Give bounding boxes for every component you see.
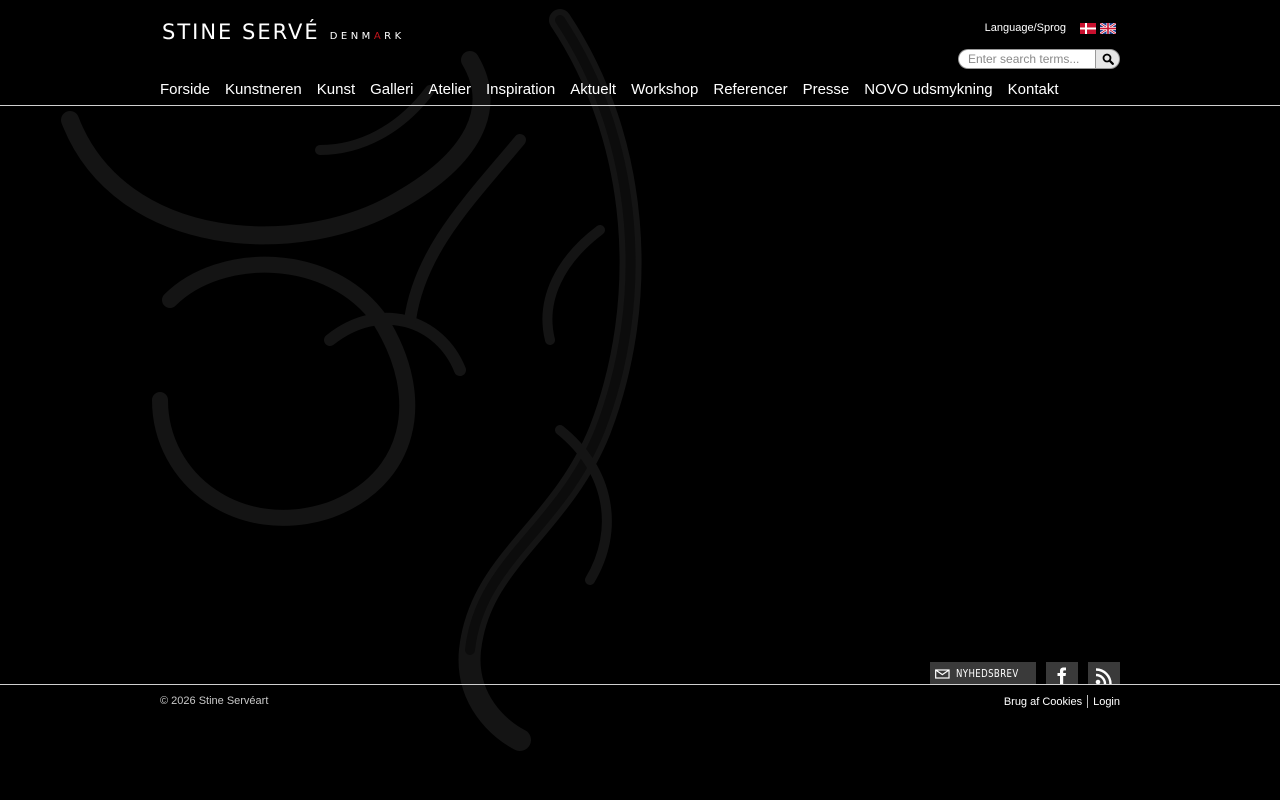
footer-divider xyxy=(0,684,1280,685)
language-label: Language/Sprog xyxy=(984,22,1066,34)
nav-item-kunst[interactable]: Kunst xyxy=(317,80,355,100)
main-nav: Forside Kunstneren Kunst Galleri Atelier… xyxy=(160,80,1074,100)
footer-links: Brug af Cookies Login xyxy=(1004,695,1120,708)
social-links: NYHEDSBREV xyxy=(930,662,1120,685)
logo-name: STINE SERVÉ xyxy=(162,20,320,44)
nav-item-galleri[interactable]: Galleri xyxy=(370,80,413,100)
search-input[interactable] xyxy=(958,49,1096,69)
cookies-link[interactable]: Brug af Cookies xyxy=(1004,696,1082,708)
site-logo[interactable]: STINE SERVÉ DENMARK xyxy=(162,20,405,44)
nav-item-forside[interactable]: Forside xyxy=(160,80,210,100)
language-switcher: Language/Sprog xyxy=(985,22,1116,34)
danish-flag-icon[interactable] xyxy=(1080,22,1096,34)
nav-item-novo-udsmykning[interactable]: NOVO udsmykning xyxy=(864,80,992,100)
nav-item-kunstneren[interactable]: Kunstneren xyxy=(225,80,302,100)
facebook-icon xyxy=(1057,667,1066,685)
nav-item-workshop[interactable]: Workshop xyxy=(631,80,698,100)
search-box xyxy=(958,49,1120,69)
nav-item-kontakt[interactable]: Kontakt xyxy=(1008,80,1059,100)
newsletter-label: NYHEDSBREV xyxy=(955,667,1019,680)
nav-item-referencer[interactable]: Referencer xyxy=(713,80,787,100)
nav-item-atelier[interactable]: Atelier xyxy=(428,80,471,100)
rss-button[interactable] xyxy=(1088,662,1120,685)
search-button[interactable] xyxy=(1095,49,1120,69)
nav-item-inspiration[interactable]: Inspiration xyxy=(486,80,555,100)
facebook-button[interactable] xyxy=(1046,662,1078,685)
logo-country: DENMARK xyxy=(329,31,405,42)
rss-icon xyxy=(1095,668,1112,685)
newsletter-button[interactable]: NYHEDSBREV xyxy=(930,662,1036,685)
nav-item-presse[interactable]: Presse xyxy=(803,80,850,100)
header-divider xyxy=(0,105,1280,106)
copyright-text: © 2026 Stine Servéart xyxy=(160,695,269,707)
mail-icon xyxy=(935,668,950,679)
nav-item-aktuelt[interactable]: Aktuelt xyxy=(570,80,616,100)
footer-separator xyxy=(1087,695,1089,708)
site-header: STINE SERVÉ DENMARK Language/Sprog Enter… xyxy=(0,0,1280,106)
login-link[interactable]: Login xyxy=(1093,696,1120,708)
uk-flag-icon[interactable] xyxy=(1100,22,1116,34)
search-icon xyxy=(1102,53,1114,65)
